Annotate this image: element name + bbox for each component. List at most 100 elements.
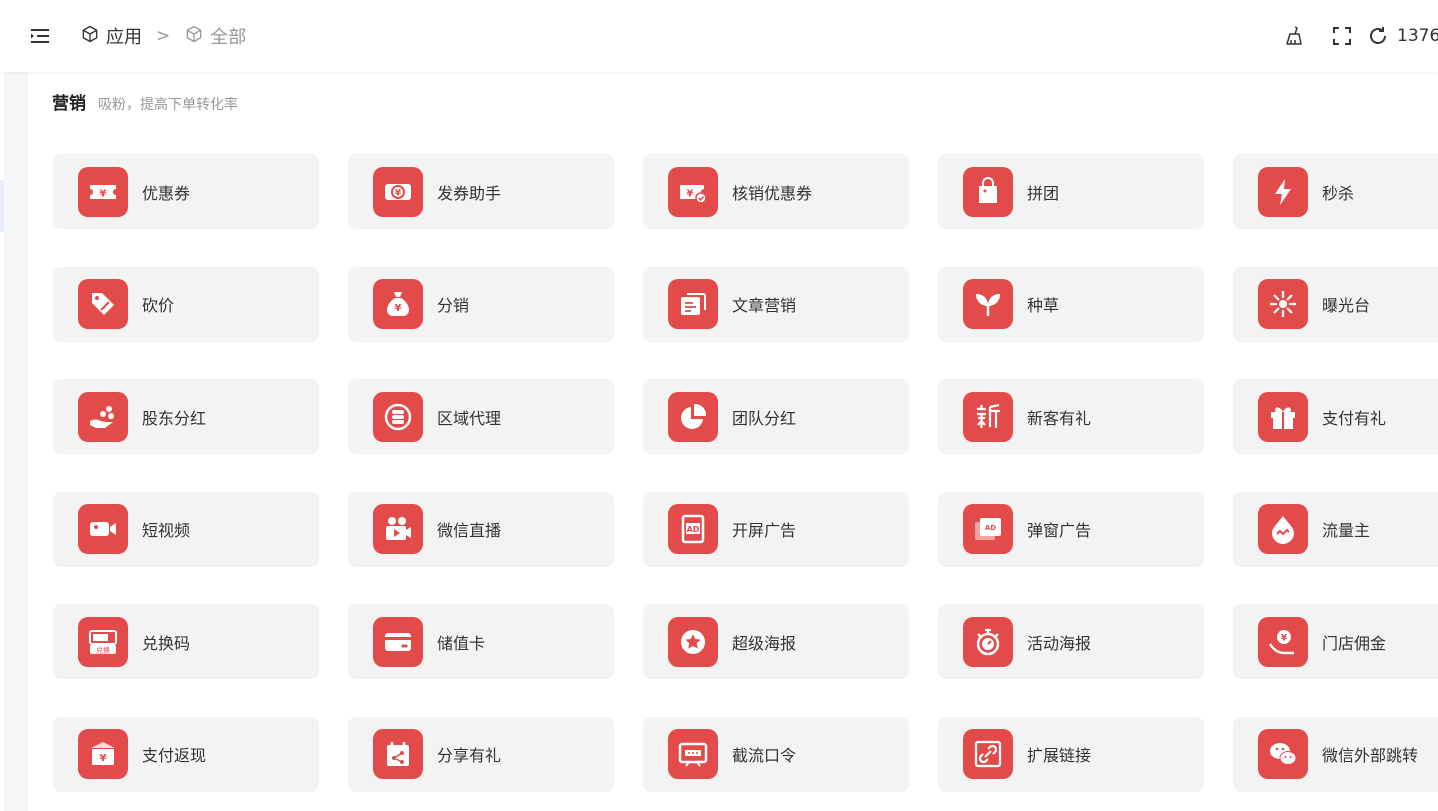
app-card-bargain[interactable]: 砍价 [53, 266, 319, 342]
app-label: 支付有礼 [1322, 408, 1387, 428]
traffic-drop-icon [1258, 504, 1308, 554]
app-card-wechat-live[interactable]: 微信直播 [348, 491, 614, 567]
app-label: 文章营销 [732, 296, 797, 315]
app-card-shareholder-dividend[interactable]: 股东分红 [53, 379, 319, 454]
app-card-region-agent[interactable]: 区域代理 [348, 379, 614, 454]
app-card-traffic-owner[interactable]: 流量主 [1233, 491, 1438, 567]
app-label: 截流口令 [732, 746, 797, 765]
app-label: 扩展链接 [1027, 746, 1092, 765]
app-label: 门店佣金 [1322, 633, 1387, 653]
svg-text:AD: AD [687, 525, 700, 534]
app-label: 砍价 [142, 296, 175, 315]
new-customer-icon [963, 391, 1013, 442]
svg-text:¥: ¥ [395, 188, 402, 198]
cube-icon [80, 24, 100, 49]
svg-text:¥: ¥ [395, 303, 402, 314]
gift-icon [1258, 391, 1308, 442]
coupon-assistant-icon: ¥ [373, 166, 423, 217]
hand-coins-icon [78, 391, 128, 442]
sparkle-icon [1258, 279, 1308, 329]
app-label: 核销优惠券 [732, 183, 813, 203]
app-label: 弹窗广告 [1027, 521, 1092, 540]
svg-text:¥: ¥ [100, 188, 107, 199]
app-card-stored-value-card[interactable]: 储值卡 [348, 604, 614, 679]
app-card-short-video[interactable]: 短视频 [53, 491, 319, 567]
refresh-icon[interactable] [1366, 24, 1390, 48]
app-card-payment-gift[interactable]: 支付有礼 [1233, 379, 1438, 454]
wechat-icon [1258, 729, 1308, 779]
coin-stack-icon [373, 391, 423, 442]
breadcrumb-label: 应用 [106, 27, 142, 48]
menu-collapse-icon[interactable] [28, 24, 52, 48]
app-label: 曝光台 [1322, 296, 1371, 315]
app-card-new-customer-gift[interactable]: 新客有礼 [938, 379, 1204, 454]
app-grid: ¥ 优惠券 ¥ 发券助手 ¥ 核销优惠券 拼团 秒杀 砍价 ¥ 分销 文章营销 … [53, 154, 1438, 792]
app-card-wechat-external-jump[interactable]: 微信外部跳转 [1233, 716, 1438, 792]
app-card-coupon-verify[interactable]: ¥ 核销优惠券 [643, 154, 909, 229]
app-card-coupon[interactable]: ¥ 优惠券 [53, 154, 319, 229]
breadcrumb-label: 全部 [210, 27, 247, 48]
svg-text:¥: ¥ [1281, 633, 1288, 643]
app-card-article-marketing[interactable]: 文章营销 [643, 266, 909, 342]
app-card-redeem-code[interactable]: 兑换 兑换码 [53, 604, 319, 679]
sprout-icon [963, 279, 1013, 329]
app-card-exposure[interactable]: 曝光台 [1233, 266, 1438, 342]
main-content: 营销 吸粉，提高下单转化率 ¥ 优惠券 ¥ 发券助手 ¥ 核销优惠券 拼团 秒杀… [28, 72, 1438, 811]
app-card-seeding[interactable]: 种草 [938, 266, 1204, 342]
app-label: 微信外部跳转 [1322, 746, 1419, 765]
sidebar-active-marker [0, 180, 4, 232]
app-card-extension-link[interactable]: 扩展链接 [938, 716, 1204, 792]
fullscreen-icon[interactable] [1330, 24, 1354, 48]
app-card-store-commission[interactable]: ¥ 门店佣金 [1233, 604, 1438, 679]
top-header: 应用 > 全部 13764 [0, 0, 1438, 72]
app-label: 优惠券 [142, 183, 191, 203]
app-card-splash-ad[interactable]: AD 开屏广告 [643, 491, 909, 567]
app-label: 发券助手 [437, 183, 502, 203]
app-label: 短视频 [142, 521, 191, 540]
app-card-payment-cashback[interactable]: ¥ 支付返现 [53, 716, 319, 792]
app-label: 团队分红 [732, 408, 797, 428]
clear-cache-brush-icon[interactable] [1282, 24, 1306, 48]
live-camera-icon [373, 504, 423, 554]
app-card-coupon-assistant[interactable]: ¥ 发券助手 [348, 154, 614, 229]
app-label: 新客有礼 [1027, 408, 1092, 428]
section-header: 营销 吸粉，提高下单转化率 [52, 89, 238, 114]
app-label: 支付返现 [142, 746, 207, 765]
video-camera-icon [78, 504, 128, 554]
bargain-icon [78, 279, 128, 329]
app-label: 分销 [437, 296, 470, 315]
app-card-share-gift[interactable]: 分享有礼 [348, 716, 614, 792]
app-card-team-dividend[interactable]: 团队分红 [643, 379, 909, 454]
cashback-icon: ¥ [78, 729, 128, 779]
app-card-distribution[interactable]: ¥ 分销 [348, 266, 614, 342]
app-card-event-poster[interactable]: 活动海报 [938, 604, 1204, 679]
breadcrumb-item-all: 全部 [184, 23, 246, 49]
pie-chart-icon [668, 391, 718, 442]
user-account-text[interactable]: 13764 [1397, 26, 1438, 46]
app-label: 拼团 [1027, 183, 1060, 203]
link-icon [963, 729, 1013, 779]
coupon-icon: ¥ [78, 166, 128, 217]
app-label: 流量主 [1322, 521, 1371, 540]
breadcrumb: 应用 > 全部 [80, 22, 246, 50]
app-card-group-buy[interactable]: 拼团 [938, 154, 1204, 229]
svg-text:¥: ¥ [100, 753, 107, 764]
flash-sale-icon [1258, 166, 1308, 217]
breadcrumb-item-apps[interactable]: 应用 [80, 23, 142, 49]
header-tools: 13764 [1282, 22, 1438, 50]
section-description: 吸粉，提高下单转化率 [98, 97, 238, 113]
money-bag-icon: ¥ [373, 279, 423, 329]
app-card-super-poster[interactable]: 超级海报 [643, 604, 909, 679]
sidebar-strip [0, 72, 4, 811]
popup-ad-icon: AD [963, 504, 1013, 554]
app-card-flash-sale[interactable]: 秒杀 [1233, 154, 1438, 229]
stored-card-icon [373, 616, 423, 667]
app-card-intercept-password[interactable]: 截流口令 [643, 716, 909, 792]
app-label: 储值卡 [437, 633, 486, 653]
star-poster-icon [668, 616, 718, 667]
app-card-popup-ad[interactable]: AD 弹窗广告 [938, 491, 1204, 567]
app-label: 分享有礼 [437, 746, 502, 765]
app-label: 股东分红 [142, 408, 207, 428]
section-title: 营销 [52, 94, 86, 114]
password-screen-icon [668, 729, 718, 779]
